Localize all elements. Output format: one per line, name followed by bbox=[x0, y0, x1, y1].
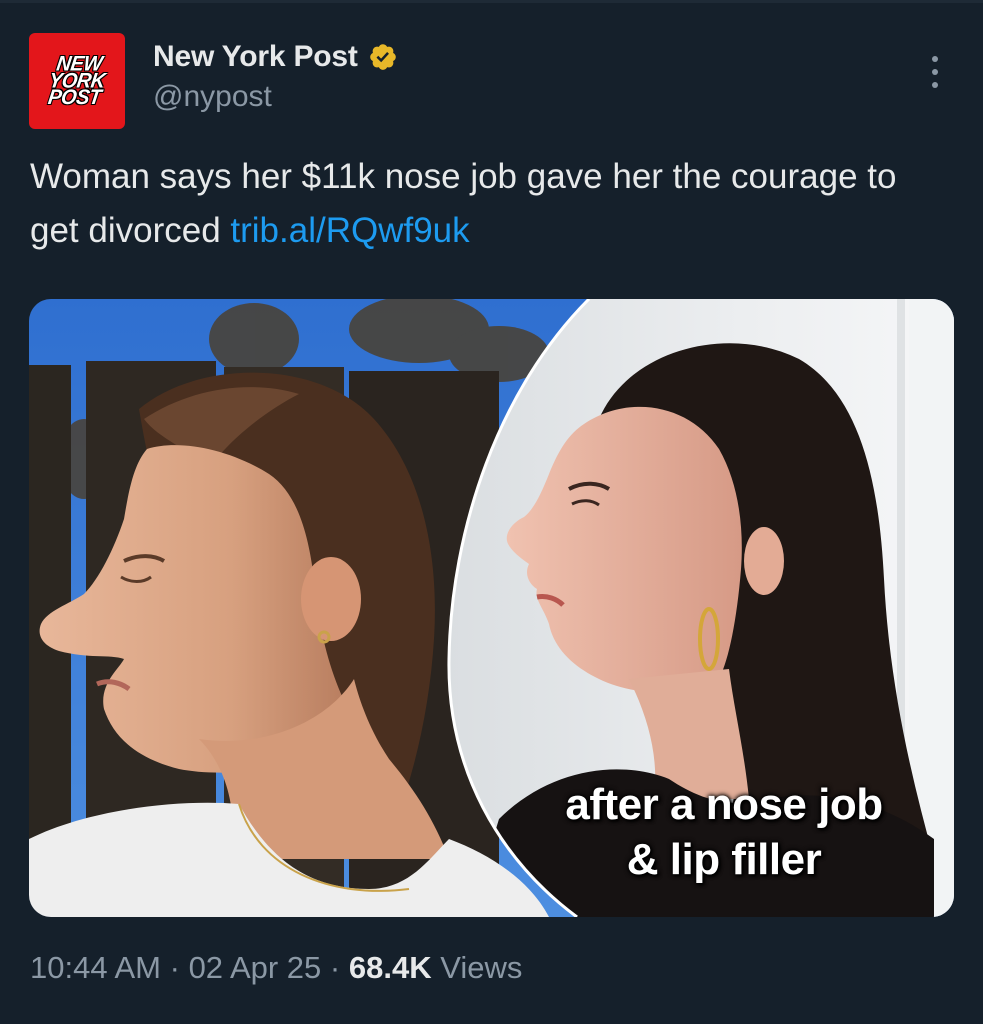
more-options-button[interactable] bbox=[918, 52, 952, 92]
media-overlay-caption: after a nose job & lip filler bbox=[565, 780, 883, 884]
tweet-time[interactable]: 10:44 AM bbox=[30, 950, 161, 985]
display-name[interactable]: New York Post bbox=[153, 40, 358, 74]
handle[interactable]: @nypost bbox=[153, 80, 272, 114]
tweet-link[interactable]: trib.al/RQwf9uk bbox=[230, 211, 469, 250]
display-name-row: New York Post bbox=[153, 40, 398, 74]
avatar[interactable]: NEW YORK POST bbox=[29, 33, 125, 129]
tweet-media-image[interactable]: after a nose job & lip filler bbox=[29, 299, 954, 917]
tweet-text: Woman says her $11k nose job gave her th… bbox=[30, 150, 930, 258]
tweet-date[interactable]: 02 Apr 25 bbox=[189, 950, 322, 985]
more-dot-icon bbox=[932, 56, 938, 62]
views-count: 68.4K bbox=[348, 950, 432, 985]
verified-badge-icon[interactable] bbox=[368, 42, 398, 72]
views-label: Views bbox=[440, 950, 523, 985]
meta-separator: · bbox=[329, 950, 341, 985]
meta-separator: · bbox=[169, 950, 180, 985]
more-dot-icon bbox=[932, 69, 938, 75]
tweet-meta: 10:44 AM · 02 Apr 25 · 68.4K Views bbox=[30, 950, 522, 986]
more-dot-icon bbox=[932, 82, 938, 88]
top-divider bbox=[0, 0, 983, 3]
nypost-logo: NEW YORK POST bbox=[46, 52, 107, 110]
